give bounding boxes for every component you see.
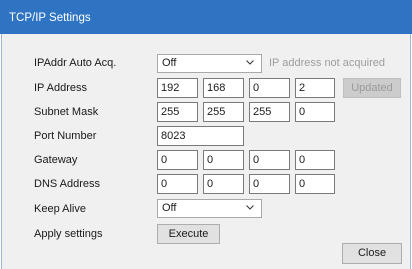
gateway-octet-3[interactable]: 0 — [249, 150, 290, 170]
keep-alive-select[interactable]: Off — [157, 199, 262, 218]
dns-octet-2[interactable]: 0 — [203, 174, 244, 194]
gateway-label: Gateway — [34, 154, 78, 166]
window-title: TCP/IP Settings — [9, 12, 91, 24]
gateway-octet-2[interactable]: 0 — [203, 150, 244, 170]
apply-settings-label: Apply settings — [34, 228, 103, 240]
port-number-input[interactable]: 8023 — [157, 126, 244, 146]
dns-address-label: DNS Address — [34, 178, 101, 190]
ip-status-hint: IP address not acquired — [269, 57, 385, 69]
title-bar: TCP/IP Settings — [0, 0, 412, 34]
ip-octet-3[interactable]: 0 — [249, 78, 290, 98]
ip-octet-2[interactable]: 168 — [203, 78, 244, 98]
chevron-down-icon — [246, 60, 254, 65]
dns-octet-3[interactable]: 0 — [249, 174, 290, 194]
settings-dialog: IPAddr Auto Acq. Off IP address not acqu… — [1, 34, 411, 269]
ip-octet-4[interactable]: 2 — [295, 78, 335, 98]
keep-alive-label: Keep Alive — [34, 203, 86, 215]
ipaddr-auto-select[interactable]: Off — [157, 54, 262, 73]
gateway-octet-1[interactable]: 0 — [157, 150, 198, 170]
execute-button[interactable]: Execute — [157, 224, 220, 244]
gateway-octet-4[interactable]: 0 — [295, 150, 335, 170]
chevron-down-icon — [246, 205, 254, 210]
subnet-octet-2[interactable]: 255 — [203, 102, 244, 122]
subnet-octet-1[interactable]: 255 — [157, 102, 198, 122]
subnet-octet-4[interactable]: 0 — [295, 102, 335, 122]
ipaddr-auto-label: IPAddr Auto Acq. — [34, 57, 117, 69]
ip-address-label: IP Address — [34, 82, 87, 94]
ip-octet-1[interactable]: 192 — [157, 78, 198, 98]
subnet-mask-label: Subnet Mask — [34, 106, 99, 118]
dns-octet-4[interactable]: 0 — [295, 174, 335, 194]
port-number-label: Port Number — [34, 130, 97, 142]
subnet-octet-3[interactable]: 255 — [249, 102, 290, 122]
close-button[interactable]: Close — [342, 243, 402, 264]
updated-button[interactable]: Updated — [343, 78, 401, 98]
keep-alive-value: Off — [162, 202, 177, 214]
ipaddr-auto-value: Off — [162, 57, 177, 69]
dns-octet-1[interactable]: 0 — [157, 174, 198, 194]
